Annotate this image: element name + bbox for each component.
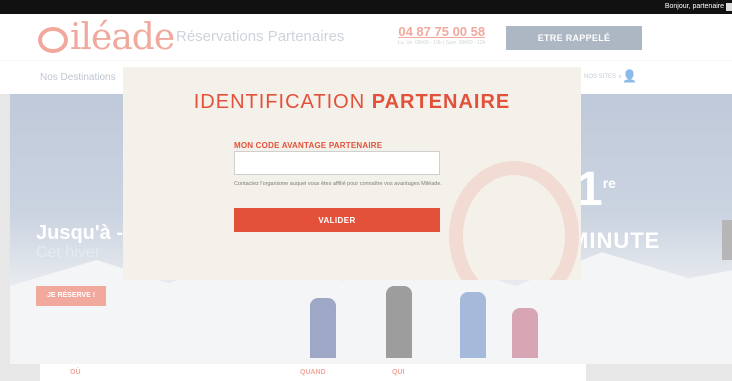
top-bar: Bonjour, partenaire — [0, 0, 732, 14]
partner-code-label: MON CODE AVANTAGE PARTENAIRE — [234, 141, 383, 150]
partner-login-modal: IDENTIFICATION PARTENAIRE MON CODE AVANT… — [123, 67, 581, 280]
account-square-icon[interactable] — [726, 3, 732, 11]
modal-swirl-decoration — [449, 161, 579, 280]
greeting-text[interactable]: Bonjour, partenaire — [665, 0, 724, 14]
modal-title: IDENTIFICATION PARTENAIRE — [193, 91, 511, 113]
partner-code-input[interactable] — [234, 151, 440, 175]
validate-button[interactable]: VALIDER — [234, 208, 440, 232]
partner-help-text: Contactez l'organisme auquel vous êtes a… — [234, 181, 442, 187]
